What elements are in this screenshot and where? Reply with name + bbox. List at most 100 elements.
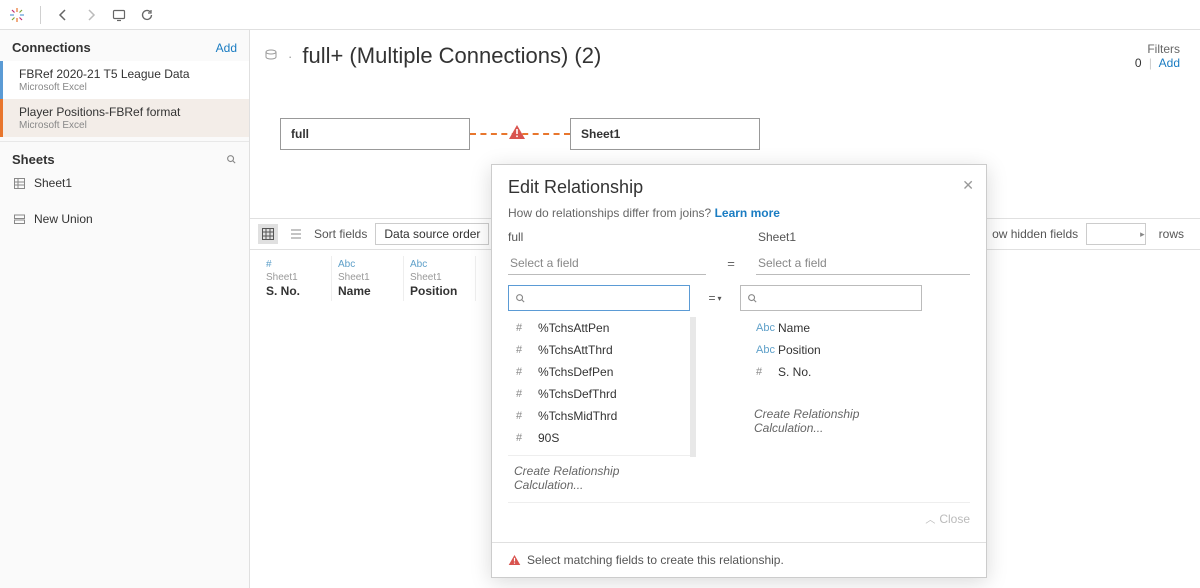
rows-input[interactable] — [1086, 223, 1146, 245]
left-table-name: full — [508, 230, 708, 244]
sheets-title: Sheets — [12, 152, 55, 167]
add-connection-link[interactable]: Add — [216, 41, 237, 55]
warning-triangle-icon — [508, 554, 521, 566]
number-type-icon: # — [516, 388, 530, 400]
connections-title: Connections — [12, 40, 91, 55]
list-item[interactable]: #%TchsAttPen — [508, 317, 690, 339]
left-sidebar: Connections Add FBRef 2020-21 T5 League … — [0, 30, 250, 588]
column-name[interactable]: Name — [338, 284, 397, 298]
right-table-name: Sheet1 — [758, 230, 970, 244]
connection-type: Microsoft Excel — [19, 120, 237, 131]
list-item[interactable]: AbcPosition — [748, 339, 930, 361]
column-sheet: Sheet1 — [266, 272, 325, 283]
dialog-footer: Select matching fields to create this re… — [492, 542, 986, 577]
dialog-subtitle: How do relationships differ from joins? … — [492, 206, 986, 230]
sheet-grid-icon — [14, 178, 26, 189]
screen-icon[interactable] — [107, 3, 131, 27]
number-type-icon: # — [516, 344, 530, 356]
connections-header: Connections Add — [0, 30, 249, 61]
number-type-icon: # — [516, 410, 530, 422]
warning-triangle-icon — [508, 124, 526, 140]
string-type-icon: Abc — [338, 259, 397, 270]
list-item[interactable]: #%TchsMidThrd — [508, 405, 690, 427]
refresh-icon[interactable] — [135, 3, 159, 27]
operator-dropdown[interactable]: =▾ — [700, 291, 730, 305]
left-field-list: #%TchsAttPen #%TchsAttThrd #%TchsDefPen … — [508, 317, 690, 496]
right-field-select[interactable]: Select a field — [756, 252, 970, 275]
learn-more-link[interactable]: Learn more — [715, 206, 780, 220]
create-calculation-left[interactable]: Create Relationship Calculation... — [508, 455, 690, 496]
number-type-icon: # — [756, 366, 770, 378]
list-item[interactable]: #90S — [508, 427, 690, 449]
table-node-full[interactable]: full — [280, 118, 470, 150]
list-item[interactable]: #%TchsAttThrd — [508, 339, 690, 361]
connection-name: FBRef 2020-21 T5 League Data — [19, 67, 237, 81]
sort-order-select[interactable]: Data source order — [375, 223, 489, 245]
connection-item-fbref[interactable]: FBRef 2020-21 T5 League Data Microsoft E… — [0, 61, 249, 99]
list-item[interactable]: #%TchsDefThrd — [508, 383, 690, 405]
scrollbar[interactable] — [690, 317, 696, 457]
column-name[interactable]: S. No. — [266, 284, 325, 298]
list-item[interactable]: AbcName — [748, 317, 930, 339]
tableau-logo-icon — [8, 6, 26, 24]
union-icon — [14, 214, 26, 225]
filters-label: Filters — [1135, 42, 1180, 56]
connection-type: Microsoft Excel — [19, 82, 237, 93]
number-type-icon: # — [266, 259, 325, 270]
sort-fields-label: Sort fields — [314, 227, 367, 241]
number-type-icon: # — [516, 322, 530, 334]
datasource-title[interactable]: full+ (Multiple Connections) (2) — [302, 43, 1124, 69]
left-field-select[interactable]: Select a field — [508, 252, 706, 275]
sheet-label: Sheet1 — [34, 176, 72, 190]
hidden-fields-label: ow hidden fields — [992, 227, 1078, 241]
string-type-icon: Abc — [756, 344, 770, 356]
toolbar-divider — [40, 6, 41, 24]
right-search-input[interactable] — [758, 291, 917, 305]
chevron-up-icon: ︿ — [925, 511, 935, 526]
filters-box: Filters 0 | Add — [1135, 42, 1180, 70]
new-union-button[interactable]: New Union — [0, 207, 249, 231]
connection-name: Player Positions-FBRef format — [19, 105, 237, 119]
left-search-input[interactable] — [526, 291, 685, 305]
datasource-icon — [264, 49, 278, 63]
datasource-title-row: · full+ (Multiple Connections) (2) Filte… — [250, 30, 1200, 78]
right-search-box[interactable] — [740, 285, 922, 311]
create-calculation-right[interactable]: Create Relationship Calculation... — [748, 399, 930, 439]
close-label: Close — [939, 512, 970, 526]
footer-warning-text: Select matching fields to create this re… — [527, 553, 784, 567]
string-type-icon: Abc — [410, 259, 469, 270]
string-type-icon: Abc — [756, 322, 770, 334]
rows-label: rows — [1159, 227, 1184, 241]
dialog-title: Edit Relationship — [508, 177, 970, 198]
left-search-box[interactable] — [508, 285, 690, 311]
search-icon — [747, 293, 758, 304]
list-view-icon[interactable] — [286, 224, 306, 244]
column-sheet: Sheet1 — [410, 272, 469, 283]
right-field-list: AbcName AbcPosition #S. No. Create Relat… — [748, 317, 930, 496]
connection-item-player-positions[interactable]: Player Positions-FBRef format Microsoft … — [0, 99, 249, 137]
table-node-sheet1[interactable]: Sheet1 — [570, 118, 760, 150]
sheet-item-sheet1[interactable]: Sheet1 — [0, 171, 249, 195]
number-type-icon: # — [516, 432, 530, 444]
column-name[interactable]: Position — [410, 284, 469, 298]
new-union-label: New Union — [34, 212, 93, 226]
edit-relationship-dialog: ✕ Edit Relationship How do relationships… — [491, 164, 987, 578]
column-sheet: Sheet1 — [338, 272, 397, 283]
close-row[interactable]: ︿ Close — [508, 502, 970, 530]
sheets-header: Sheets — [0, 141, 249, 171]
grid-view-icon[interactable] — [258, 224, 278, 244]
filters-count: 0 — [1135, 56, 1142, 70]
list-item[interactable]: #S. No. — [748, 361, 930, 383]
dialog-close-icon[interactable]: ✕ — [962, 177, 974, 194]
top-toolbar — [0, 0, 1200, 30]
equals-operator: = — [716, 256, 746, 271]
dot-indicator: · — [288, 49, 292, 64]
rows-caret-icon[interactable]: ▸ — [1140, 229, 1145, 240]
back-button[interactable] — [51, 3, 75, 27]
filters-add-link[interactable]: Add — [1159, 56, 1180, 70]
list-item[interactable]: #%TchsDefPen — [508, 361, 690, 383]
forward-button[interactable] — [79, 3, 103, 27]
search-icon — [515, 293, 526, 304]
search-sheets-icon[interactable] — [226, 154, 237, 165]
number-type-icon: # — [516, 366, 530, 378]
